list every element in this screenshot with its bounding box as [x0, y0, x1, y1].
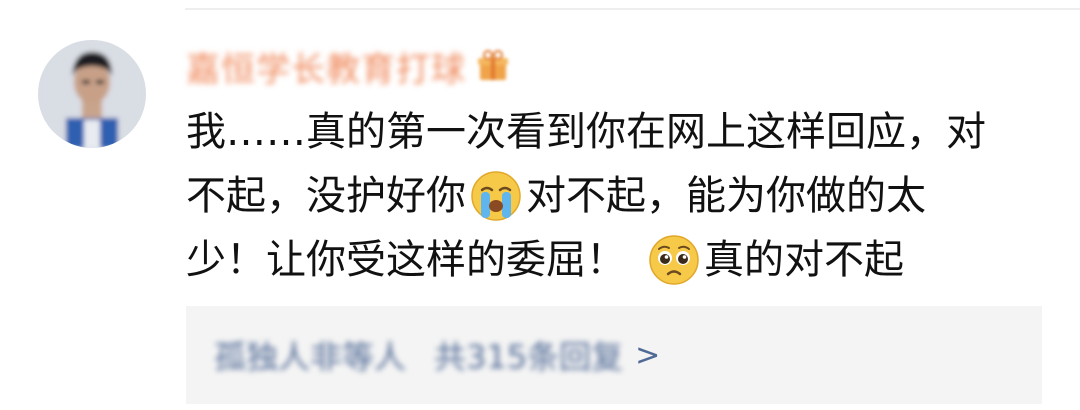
comment-text: 我……真的第一次看到你在网上这样回应，对 不起，没护好你 对不起，能为你做的太 …: [186, 100, 1046, 292]
replies-row: 孤独人非等人 共315条回复 >: [214, 306, 660, 404]
comment-line-2: 不起，没护好你 对不起，能为你做的太: [186, 164, 1046, 228]
username-row: 嘉恒学长教育打球: [186, 42, 510, 91]
avatar[interactable]: [38, 40, 146, 148]
comment-text-segment: 我……真的第一次看到你在网上这样回应，对: [186, 109, 986, 155]
replies-preview[interactable]: 孤独人非等人 共315条回复 >: [186, 306, 1042, 404]
comment-line-3: 少！让你受这样的委屈！ 真的对不起: [186, 228, 1046, 292]
avatar-image: [38, 40, 146, 148]
comment-line-1: 我……真的第一次看到你在网上这样回应，对: [186, 100, 1046, 164]
chevron-right-icon: >: [635, 337, 661, 373]
gift-badge-icon: [476, 49, 510, 83]
reply-authors[interactable]: 孤独人非等人: [214, 332, 406, 378]
divider: [185, 8, 1080, 10]
pleading-face-emoji: [648, 234, 700, 286]
reply-count[interactable]: 共315条回复: [434, 332, 623, 378]
username[interactable]: 嘉恒学长教育打球: [186, 42, 466, 91]
comment-card: 嘉恒学长教育打球 我……真的第一次看到你在网上这样回应，对 不起，没护好你 对不…: [0, 0, 1080, 410]
comment-text-segment: 少！让你受这样的委屈！: [186, 237, 626, 283]
comment-text-segment: 不起，没护好你: [186, 173, 466, 219]
comment-text-segment: 对不起，能为你做的太: [526, 173, 926, 219]
crying-face-emoji: [470, 170, 522, 222]
comment-text-segment: 真的对不起: [704, 237, 904, 283]
